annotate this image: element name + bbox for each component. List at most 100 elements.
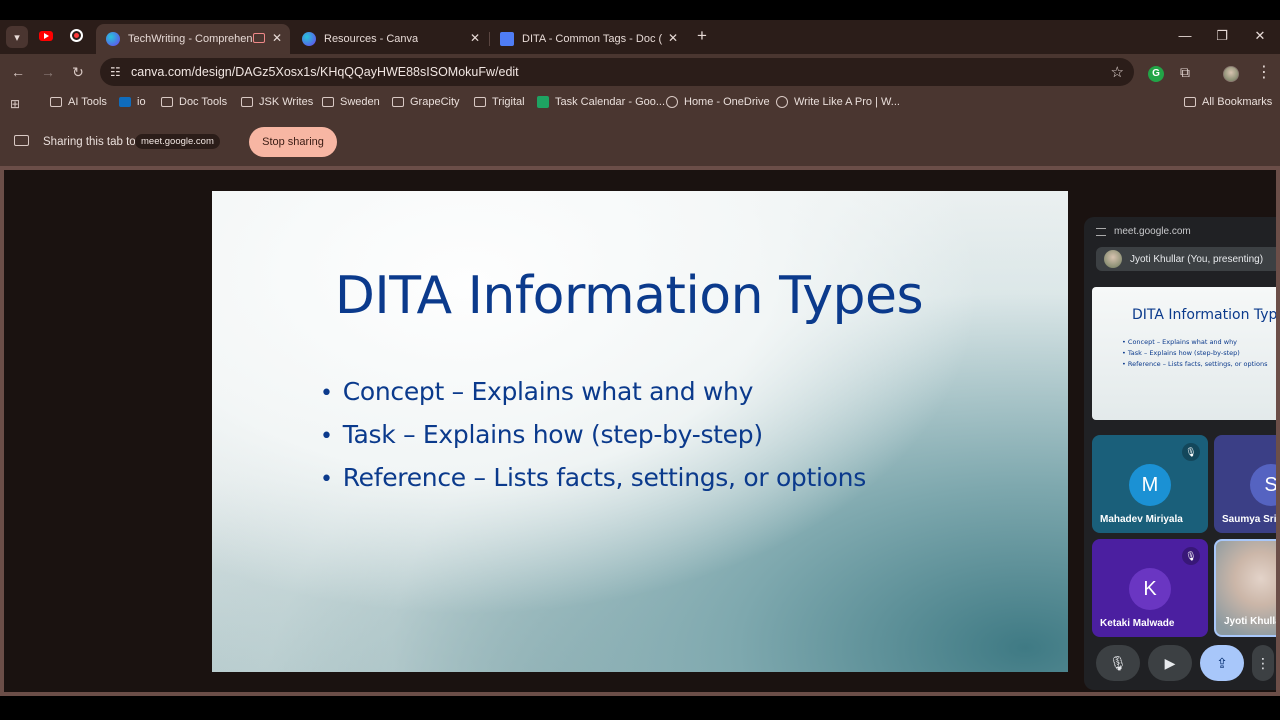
url-text[interactable]: canva.com/design/DAGz5Xosx1s/KHqQQayHWE8… [131, 65, 519, 79]
bookmark-task-calendar[interactable]: Task Calendar - Goo... [537, 96, 665, 108]
avatar [1104, 250, 1122, 268]
sharing-text: Sharing this tab to [43, 136, 136, 148]
participant-tile[interactable]: 🎙 M Mahadev Miriyala [1092, 435, 1208, 533]
avatar: M [1129, 464, 1171, 506]
slide-title: DITA Information Types [334, 266, 924, 326]
participant-tile[interactable]: 🎙 K Ketaki Malwade [1092, 539, 1208, 637]
folder-icon [50, 97, 62, 107]
screen: ▾ TechWriting - Comprehensi ✕ Resources … [0, 0, 1280, 720]
bookmark-onedrive[interactable]: Home - OneDrive [666, 96, 770, 108]
mic-off-icon: 🎙 [1182, 547, 1200, 565]
bookmark-io[interactable]: io [119, 96, 146, 108]
slide-bullet-list: Concept – Explains what and why Task – E… [320, 371, 867, 500]
bookmark-write-like-a-pro[interactable]: Write Like A Pro | W... [776, 96, 900, 108]
close-window-button[interactable]: ✕ [1252, 28, 1268, 44]
tab-dita-doc[interactable]: DITA - Common Tags - Doc (Di ✕ [490, 24, 686, 54]
bottom-band [0, 696, 1280, 720]
more-options-button[interactable]: ⋮ [1252, 645, 1274, 681]
meet-pip-panel[interactable]: meet.google.com Jyoti Khullar (You, pres… [1084, 217, 1280, 690]
bookmark-label: JSK Writes [259, 96, 314, 108]
participant-name: Mahadev Miriyala [1100, 514, 1183, 525]
camera-button[interactable]: ▶ [1148, 645, 1192, 681]
tab-resources[interactable]: Resources - Canva ✕ [292, 24, 488, 54]
bookmark-label: AI Tools [68, 96, 107, 108]
participant-tile[interactable]: S Saumya Sriv [1214, 435, 1280, 533]
address-bar[interactable]: ☷ canva.com/design/DAGz5Xosx1s/KHqQQayHW… [100, 58, 1134, 86]
close-tab-icon[interactable]: ✕ [668, 31, 678, 45]
bookmark-star-icon[interactable]: ☆ [1111, 63, 1124, 81]
profile-avatar[interactable] [1223, 66, 1239, 82]
bookmark-label: GrapeCity [410, 96, 460, 108]
sharing-indicator-icon [253, 33, 265, 43]
stop-sharing-button[interactable]: Stop sharing [249, 127, 337, 157]
folder-icon [1184, 97, 1196, 107]
minimize-button[interactable]: — [1177, 28, 1193, 43]
extensions-icon[interactable]: ⧉ [1180, 64, 1196, 80]
bookmark-trigital[interactable]: Trigital [474, 96, 525, 108]
close-tab-icon[interactable]: ✕ [272, 31, 282, 45]
grammarly-icon[interactable]: G [1148, 66, 1164, 82]
docs-icon [500, 32, 514, 46]
presenter-name: Jyoti Khullar (You, presenting) [1130, 253, 1264, 265]
participant-name: Saumya Sriv [1222, 514, 1280, 525]
youtube-pinned-tab-icon[interactable] [39, 31, 53, 41]
presentation-slide[interactable]: DITA Information Types Concept – Explain… [212, 191, 1068, 672]
bookmark-label: Task Calendar - Goo... [555, 96, 666, 108]
folder-icon [161, 97, 173, 107]
reload-icon[interactable]: ↻ [70, 64, 86, 81]
globe-icon [776, 96, 788, 108]
top-band [0, 0, 1280, 20]
present-button[interactable]: ⇪ [1200, 645, 1244, 681]
tab-title: DITA - Common Tags - Doc (Di [522, 33, 662, 45]
tab-search-button[interactable]: ▾ [6, 26, 28, 48]
bookmark-label: Write Like A Pro | W... [794, 96, 900, 108]
sheets-icon [537, 96, 549, 108]
back-icon[interactable]: ← [10, 64, 26, 80]
bookmark-label: Trigital [492, 96, 525, 108]
browser-menu-icon[interactable]: ⋮ [1256, 62, 1272, 82]
recording-pinned-tab-icon[interactable] [70, 29, 83, 42]
participant-tile-self[interactable]: Jyoti Khullar [1214, 539, 1280, 637]
slide-bullet: Concept – Explains what and why [320, 371, 866, 414]
screen-share-icon [14, 135, 29, 146]
bookmark-sweden[interactable]: Sweden [322, 96, 380, 108]
bookmarks-bar: ⊞ AI Tools io Doc Tools JSK Writes Swede… [0, 90, 1280, 116]
folder-icon [474, 97, 486, 107]
bookmark-jsk-writes[interactable]: JSK Writes [241, 96, 313, 108]
preview-bullet: Reference – Lists facts, settings, or op… [1122, 359, 1268, 370]
close-tab-icon[interactable]: ✕ [470, 31, 480, 45]
preview-title: DITA Information Types [1132, 307, 1280, 323]
canva-icon [302, 32, 316, 46]
sharing-target: meet.google.com [135, 134, 220, 149]
toolbar: ← → ↻ ☷ canva.com/design/DAGz5Xosx1s/KHq… [0, 54, 1280, 90]
mic-off-icon: 🎙 [1182, 443, 1200, 461]
microphone-button[interactable]: 🎙 [1096, 645, 1140, 681]
folder-icon [392, 97, 404, 107]
meet-url-bar: meet.google.com [1096, 226, 1191, 237]
apps-grid-icon[interactable]: ⊞ [10, 97, 20, 111]
bookmark-doc-tools[interactable]: Doc Tools [161, 96, 227, 108]
meet-url-text: meet.google.com [1114, 226, 1191, 237]
bookmark-ai-tools[interactable]: AI Tools [50, 96, 107, 108]
canva-icon [106, 32, 120, 46]
avatar: K [1129, 568, 1171, 610]
preview-bullet: Task – Explains how (step-by-step) [1122, 348, 1267, 359]
new-tab-button[interactable]: + [694, 27, 710, 44]
preview-bullet-list: Concept – Explains what and why Task – E… [1122, 337, 1268, 370]
tab-techwriting[interactable]: TechWriting - Comprehensi ✕ [96, 24, 290, 54]
bookmark-label: Sweden [340, 96, 380, 108]
site-info-icon[interactable]: ☷ [110, 65, 121, 79]
slide-bullet: Task – Explains how (step-by-step) [320, 414, 866, 457]
avatar: S [1250, 464, 1280, 506]
participant-name: Ketaki Malwade [1100, 618, 1175, 629]
restore-button[interactable]: ❐ [1214, 28, 1230, 44]
all-bookmarks[interactable]: All Bookmarks [1184, 96, 1272, 108]
sharing-bar: Sharing this tab to meet.google.com Stop… [0, 116, 1280, 166]
bookmark-label: All Bookmarks [1202, 96, 1273, 108]
tab-strip: ▾ TechWriting - Comprehensi ✕ Resources … [0, 20, 1280, 54]
globe-icon [666, 96, 678, 108]
bookmark-grapecity[interactable]: GrapeCity [392, 96, 460, 108]
tab-title: Resources - Canva [324, 33, 419, 45]
forward-icon[interactable]: → [40, 64, 56, 80]
site-settings-icon[interactable] [1096, 227, 1106, 236]
